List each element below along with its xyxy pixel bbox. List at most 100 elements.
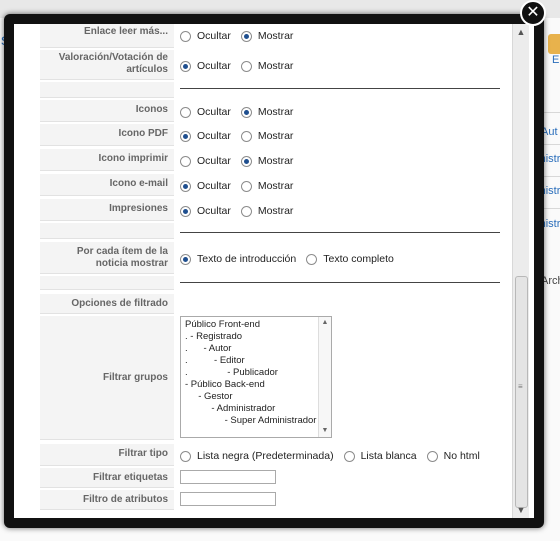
radio-button[interactable] (240, 130, 252, 142)
groups-multiselect[interactable]: Público Front-end . - Registrado . - Aut… (180, 316, 332, 438)
radio-group: Ocultar Mostrar (180, 205, 303, 217)
field-label: Impresiones (40, 199, 174, 221)
radio-option-ocultar[interactable]: Ocultar (180, 106, 231, 118)
field-label: Filtro de atributos (40, 490, 174, 510)
radio-button[interactable] (180, 30, 191, 42)
radio-group: Lista negra (Predeterminada) Lista blanc… (180, 450, 490, 462)
radio-button[interactable] (180, 130, 191, 142)
radio-option-ocultar[interactable]: Ocultar (180, 180, 231, 192)
radio-button[interactable] (343, 450, 355, 462)
row-valoracion: Valoración/Votación de artículos Ocultar… (40, 50, 510, 80)
section-separator (180, 282, 500, 283)
row-opciones-filtrado: Opciones de filtrado (40, 294, 510, 314)
radio-option-mostrar[interactable]: Mostrar (240, 205, 293, 217)
radio-button[interactable] (240, 60, 252, 72)
radio-option-ocultar[interactable]: Ocultar (180, 205, 231, 217)
radio-option-texto-completo[interactable]: Texto completo (306, 253, 394, 265)
modal-body: Enlace leer más... Ocultar Mostrar Valor… (14, 24, 534, 518)
radio-button[interactable] (180, 155, 191, 167)
group-option[interactable]: - Super Administrador (185, 415, 317, 426)
scroll-down-icon[interactable]: ▼ (513, 502, 529, 518)
radio-button[interactable] (180, 106, 191, 118)
radio-group: Ocultar Mostrar (180, 155, 303, 167)
field-label: Filtrar grupos (40, 316, 174, 440)
radio-button[interactable] (180, 450, 191, 462)
scrollbar-thumb[interactable]: ≡ (515, 276, 528, 508)
radio-option-mostrar[interactable]: Mostrar (240, 106, 293, 118)
field-label: Valoración/Votación de artículos (40, 50, 174, 80)
field-label: Opciones de filtrado (40, 294, 174, 314)
radio-option-ocultar[interactable]: Ocultar (180, 155, 231, 167)
row-icono-email: Icono e-mail Ocultar Mostrar (40, 174, 510, 196)
label-cell-empty (40, 82, 174, 98)
parameters-form: Enlace leer más... Ocultar Mostrar Valor… (24, 24, 510, 518)
field-label: Filtrar etiquetas (40, 468, 174, 488)
radio-button[interactable] (240, 106, 252, 118)
row-enlace-leer-mas: Enlace leer más... Ocultar Mostrar (40, 24, 510, 48)
radio-option-mostrar[interactable]: Mostrar (240, 30, 293, 42)
radio-option-texto-introduccion[interactable]: Texto de introducción (180, 253, 296, 265)
radio-button[interactable] (240, 155, 252, 167)
radio-button[interactable] (180, 205, 191, 217)
radio-option-mostrar[interactable]: Mostrar (240, 130, 293, 142)
radio-option-ocultar[interactable]: Ocultar (180, 60, 231, 72)
group-option[interactable]: - Administrador (185, 403, 275, 414)
section-separator (180, 232, 500, 233)
radio-option-ocultar[interactable]: Ocultar (180, 130, 231, 142)
radio-option-mostrar[interactable]: Mostrar (240, 60, 293, 72)
modal-dialog: Enlace leer más... Ocultar Mostrar Valor… (4, 14, 544, 528)
group-option[interactable]: - Público Back-end (185, 379, 265, 390)
field-label: Iconos (40, 100, 174, 122)
scroll-down-icon[interactable]: ▼ (319, 425, 331, 437)
radio-button[interactable] (180, 180, 191, 192)
radio-option-ocultar[interactable]: Ocultar (180, 30, 231, 42)
field-label: Filtrar tipo (40, 444, 174, 466)
radio-option-lista-blanca[interactable]: Lista blanca (343, 450, 417, 462)
row-filtrar-tipo: Filtrar tipo Lista negra (Predeterminada… (40, 444, 510, 466)
filter-tags-input[interactable] (180, 470, 276, 484)
group-option[interactable]: . - Editor (185, 355, 245, 366)
field-label: Icono e-mail (40, 174, 174, 196)
radio-button[interactable] (180, 253, 191, 265)
group-option[interactable]: . - Publicador (185, 367, 278, 378)
field-label: Por cada ítem de la noticia mostrar (40, 242, 174, 274)
close-icon[interactable]: ✕ (520, 0, 546, 26)
radio-group: Ocultar Mostrar (180, 30, 303, 42)
field-label: Icono imprimir (40, 149, 174, 171)
row-por-cada-item: Por cada ítem de la noticia mostrar Text… (40, 242, 510, 274)
group-option[interactable]: Público Front-end (185, 319, 260, 330)
scroll-up-icon[interactable]: ▲ (513, 24, 529, 40)
radio-group: Ocultar Mostrar (180, 180, 303, 192)
radio-button[interactable] (306, 253, 318, 265)
radio-option-lista-negra[interactable]: Lista negra (Predeterminada) (180, 450, 334, 462)
toolbar-icon[interactable] (548, 34, 560, 54)
toolbar-label[interactable]: E (552, 54, 559, 66)
radio-button[interactable] (240, 30, 252, 42)
radio-button[interactable] (240, 205, 252, 217)
group-option[interactable]: . - Autor (185, 343, 231, 354)
group-option[interactable]: . - Registrado (185, 331, 242, 342)
modal-scrollbar[interactable]: ▲ ≡ ▼ (512, 24, 529, 518)
row-icono-imprimir: Icono imprimir Ocultar Mostrar (40, 149, 510, 171)
radio-option-no-html[interactable]: No html (426, 450, 480, 462)
group-option[interactable]: - Gestor (185, 391, 232, 402)
radio-group: Ocultar Mostrar (180, 60, 303, 72)
row-spacer (40, 276, 510, 290)
scroll-up-icon[interactable]: ▲ (319, 317, 331, 329)
radio-option-mostrar[interactable]: Mostrar (240, 155, 293, 167)
radio-option-mostrar[interactable]: Mostrar (240, 180, 293, 192)
row-impresiones: Impresiones Ocultar Mostrar (40, 199, 510, 221)
row-spacer (40, 82, 510, 98)
field-label: Icono PDF (40, 124, 174, 146)
radio-button[interactable] (240, 180, 252, 192)
row-icono-pdf: Icono PDF Ocultar Mostrar (40, 124, 510, 146)
radio-group: Ocultar Mostrar (180, 106, 303, 118)
row-iconos: Iconos Ocultar Mostrar (40, 100, 510, 122)
radio-button[interactable] (180, 60, 191, 72)
listbox-scrollbar[interactable]: ▲ ▼ (318, 317, 331, 437)
field-label: Enlace leer más... (40, 24, 174, 48)
radio-button[interactable] (426, 450, 438, 462)
grip-icon: ≡ (518, 382, 523, 391)
radio-group: Texto de introducción Texto completo (180, 253, 404, 265)
filter-attributes-input[interactable] (180, 492, 276, 506)
